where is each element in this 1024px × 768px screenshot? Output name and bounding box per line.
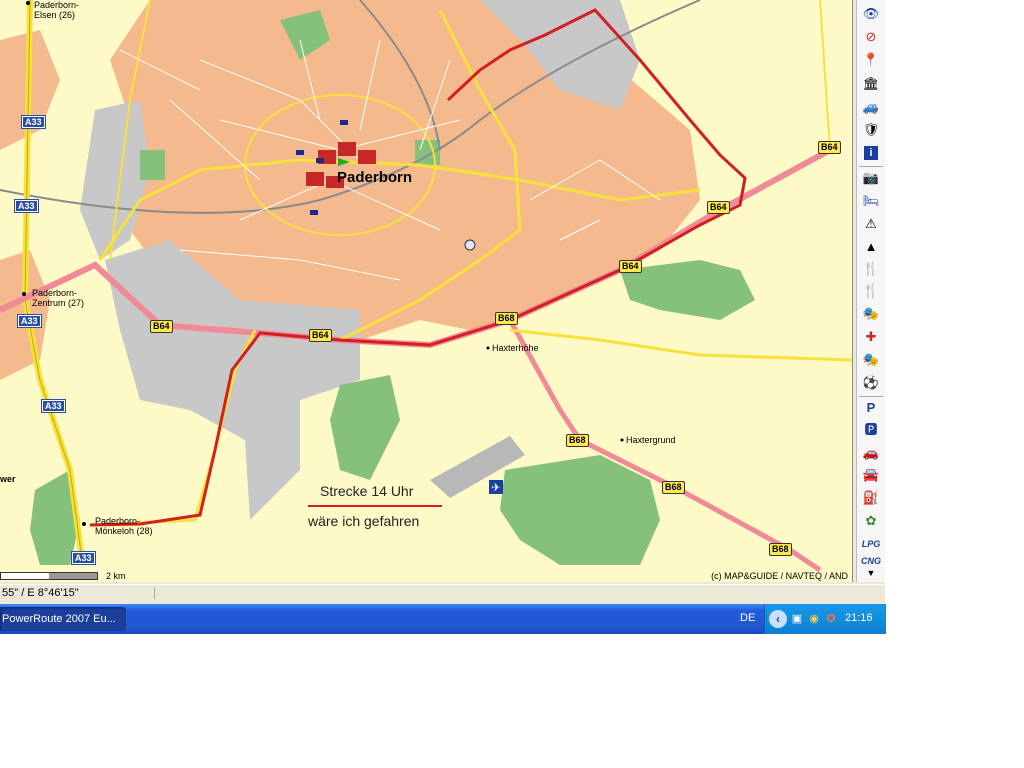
lpg-icon[interactable]: LPG: [860, 534, 882, 554]
b68-shield: B68: [769, 543, 792, 556]
football-icon[interactable]: ⚽: [860, 373, 882, 393]
coordinates-readout: 55" / E 8°46'15": [0, 587, 155, 599]
masks-icon[interactable]: 🎭: [860, 350, 882, 370]
info-icon[interactable]: i: [860, 143, 882, 163]
a33-shield: A33: [71, 551, 96, 565]
flower-icon[interactable]: ✿: [860, 511, 882, 531]
a33-shield: A33: [41, 399, 66, 413]
b64-shield: B64: [707, 201, 730, 214]
clock[interactable]: 21:16: [845, 612, 873, 624]
restaurant-icon[interactable]: 🍴: [860, 259, 882, 279]
language-indicator[interactable]: DE: [740, 612, 755, 624]
status-bar: 55" / E 8°46'15": [0, 584, 885, 604]
b64-shield: B64: [309, 329, 332, 342]
a33-shield: A33: [17, 314, 42, 328]
info-icon-label: i: [864, 146, 878, 160]
b64-shield: B64: [150, 320, 173, 333]
chevron-left-icon[interactable]: ‹: [769, 610, 787, 628]
annotation-line2: wäre ich gefahren: [308, 513, 420, 529]
main-road-6: [819, 0, 831, 151]
eye-icon[interactable]: 👁: [860, 4, 882, 24]
park-area: [140, 150, 165, 180]
parking-garage-icon[interactable]: 🅿: [860, 420, 882, 440]
b68-shield: B68: [662, 481, 685, 494]
place-label-moenkeloh: Paderborn- Mönkeloh (28): [95, 516, 153, 536]
parking-icon[interactable]: P: [860, 398, 882, 418]
system-tray: ‹ ▣ ◉ ✪ 21:16: [764, 604, 886, 634]
place-label-haxtergrund: Haxtergrund: [626, 435, 676, 445]
fuel-icon[interactable]: ⛽: [860, 488, 882, 508]
restaurant-icon-2[interactable]: 🍴: [860, 281, 882, 301]
place-label-zentrum: Paderborn- Zentrum (27): [32, 288, 85, 308]
scroll-down-icon[interactable]: ▼: [860, 566, 882, 580]
camera-marker: [464, 239, 476, 251]
copyright: (c) MAP&GUIDE / NAVTEQ / AND: [711, 571, 848, 581]
b64-shield: B64: [619, 260, 642, 273]
toolbar-separator: [859, 396, 883, 397]
map-canvas[interactable]: ✈: [0, 0, 852, 582]
forest-area-2: [330, 375, 400, 480]
place-label-elsen: Paderborn- Elsen (26): [34, 0, 80, 20]
toolbar-separator: [859, 166, 883, 167]
warning-icon[interactable]: ⚠: [860, 214, 882, 234]
network-icon[interactable]: ▣: [790, 612, 804, 626]
eye-crossed-icon[interactable]: ⊘: [860, 27, 882, 47]
annotation-line1: Strecke 14 Uhr: [320, 483, 414, 499]
museum-icon[interactable]: 🏛: [860, 74, 882, 94]
svg-text:✈: ✈: [491, 481, 500, 494]
taskbar: PowerRoute 2007 Eu... DE ‹ ▣ ◉ ✪ 21:16: [0, 604, 886, 634]
car-rental-icon[interactable]: 🚘: [860, 465, 882, 485]
city-label: Paderborn: [337, 169, 413, 186]
main-road-4: [509, 328, 852, 362]
place-label-haxterhoehe: Haxterhöhe: [492, 343, 539, 353]
b68-shield: B68: [566, 434, 589, 447]
car-service-icon[interactable]: 🚙: [860, 97, 882, 117]
antivirus-icon[interactable]: ✪: [824, 612, 838, 626]
b68-shield: B68: [495, 312, 518, 325]
hospital-icon[interactable]: ✚: [860, 327, 882, 347]
hotel-icon[interactable]: 🛏: [860, 191, 882, 211]
security-icon[interactable]: ◉: [807, 612, 821, 626]
b64-shield: B64: [818, 141, 841, 154]
map-window: ✈ Paderborn Paderborn- Elsen (26) Paderb…: [0, 0, 885, 604]
hazard-icon[interactable]: ▲: [860, 237, 882, 257]
forest-area-3: [500, 455, 660, 565]
poi-toolbar: 👁 ⊘ 📍 🏛 🚙 🛡 i 📷 🛏 ⚠ ▲ 🍴 🍴 🎭 ✚ 🎭 ⚽ P 🅿 🚗 …: [856, 0, 885, 582]
place-label-wer: wer: [0, 474, 16, 484]
a33-shield: A33: [21, 115, 46, 129]
pin-icon[interactable]: 📍: [860, 50, 882, 70]
scale-label: 2 km: [106, 571, 126, 581]
shield-icon[interactable]: 🛡: [860, 120, 882, 140]
camera-icon[interactable]: 📷: [860, 168, 882, 188]
taskbar-app-button[interactable]: PowerRoute 2007 Eu...: [0, 607, 126, 631]
car-icon[interactable]: 🚗: [860, 443, 882, 463]
a33-shield: A33: [14, 199, 39, 213]
scale-bar: [0, 572, 98, 580]
map-view[interactable]: ✈ Paderborn Paderborn- Elsen (26) Paderb…: [0, 0, 853, 582]
theater-icon[interactable]: 🎭: [860, 304, 882, 324]
